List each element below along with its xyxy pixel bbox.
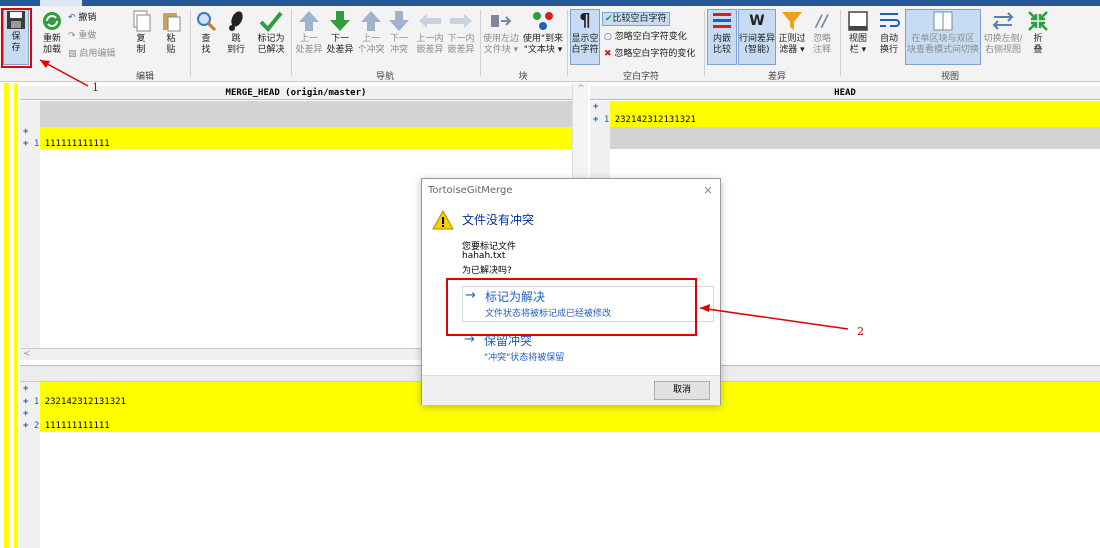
annotation-number-1: 1: [92, 81, 99, 94]
annotation-arrow-2: [699, 307, 849, 330]
arrowhead-icon: [700, 304, 710, 312]
annotation-number-2: 2: [857, 325, 864, 338]
annotation-arrows: [39, 59, 849, 330]
